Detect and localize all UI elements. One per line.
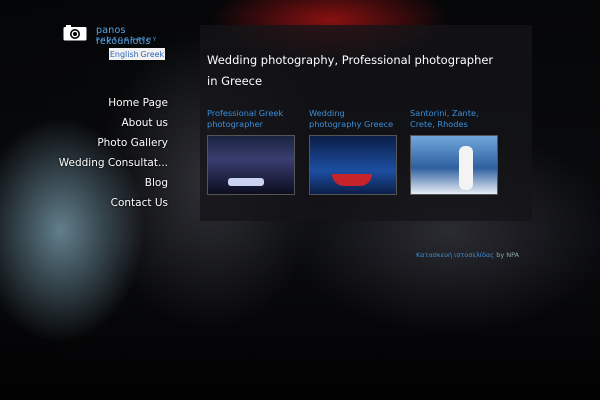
brand-name: panos rekouniotis [96,25,151,47]
page-title: Wedding photography, Professional photog… [207,53,494,88]
credit-by: by NPA [496,251,520,259]
language-switcher: English Greek [109,48,165,60]
site-logo[interactable]: panos rekouniotis PHOTOGRAPHY [63,24,173,47]
nav-about[interactable]: About us [59,113,168,133]
brand-tagline: PHOTOGRAPHY [96,37,159,43]
footer-credit: Κατασκευή ιστοσελίδας by NPA [416,251,519,259]
nav-home[interactable]: Home Page [59,93,168,113]
credit-link[interactable]: Κατασκευή ιστοσελίδας [416,251,494,259]
camera-icon [63,25,87,41]
card-label[interactable]: Wedding photography Greece [309,108,399,132]
nav-contact[interactable]: Contact Us [59,193,168,213]
lang-greek[interactable]: Greek [140,50,164,59]
nav-gallery[interactable]: Photo Gallery [59,133,168,153]
card-label[interactable]: Professional Greek photographer [207,108,297,132]
lang-english[interactable]: English [110,50,139,59]
card-thumbnail[interactable] [309,135,397,195]
card-thumbnail[interactable] [207,135,295,195]
nav-wedding-consultation[interactable]: Wedding Consultat... [59,153,168,173]
nav-blog[interactable]: Blog [59,173,168,193]
card-greek-photographer[interactable]: Professional Greek photographer [207,108,297,195]
card-label[interactable]: Santorini, Zante, Crete, Rhodes [410,108,500,132]
card-wedding-greece[interactable]: Wedding photography Greece [309,108,399,195]
card-thumbnail[interactable] [410,135,498,195]
card-islands[interactable]: Santorini, Zante, Crete, Rhodes [410,108,500,195]
main-nav: Home Page About us Photo Gallery Wedding… [59,93,168,213]
